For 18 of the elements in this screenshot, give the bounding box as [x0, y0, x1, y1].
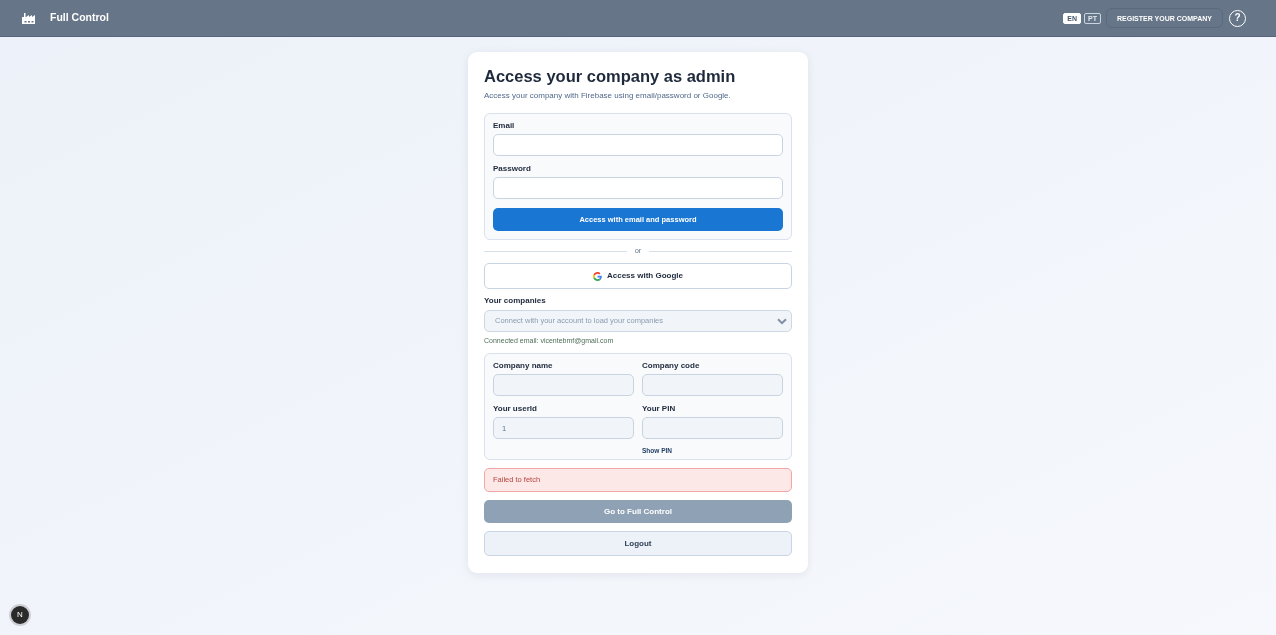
field-label: Company code: [642, 361, 701, 371]
card-subtitle: Access your company with Firebase using email/password or Google.: [484, 90, 732, 102]
input-field[interactable]: [493, 177, 783, 199]
app-name: Full Control: [50, 10, 109, 26]
chevron-down-icon: [777, 317, 787, 325]
field-label: Your PIN: [642, 404, 677, 414]
logout-button[interactable]: Logout: [484, 531, 792, 556]
google-g-icon: [593, 271, 602, 281]
field-label: Email: [493, 121, 516, 131]
field-label: Company name: [493, 361, 554, 371]
field-label: Your companies: [484, 296, 547, 306]
factory-icon: [21, 12, 37, 24]
dev-indicator-button[interactable]: N: [11, 606, 29, 624]
card-title: Access your company as admin: [484, 66, 737, 87]
field-label: Password: [493, 164, 532, 174]
google-login-button[interactable]: Access with Google: [484, 263, 792, 289]
field-label: Your userId: [493, 404, 538, 414]
input-field[interactable]: [493, 134, 783, 156]
